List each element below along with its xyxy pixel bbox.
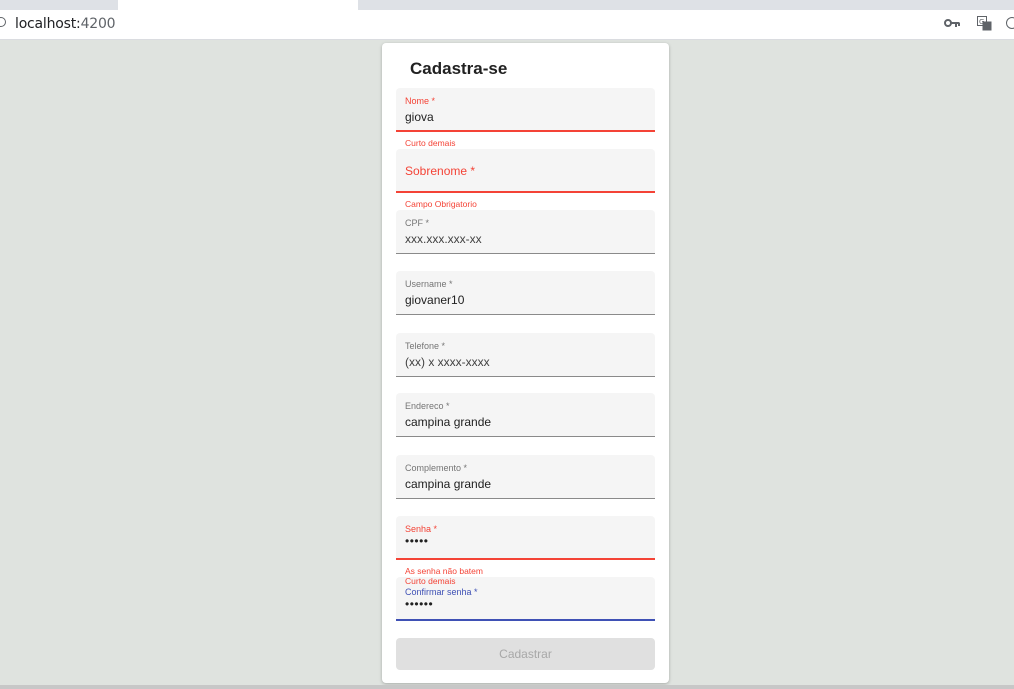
cpf-field[interactable]: CPF * xxx.xxx.xxx-xx [396, 210, 655, 254]
cpf-placeholder: xxx.xxx.xxx-xx [405, 232, 482, 246]
endereco-field[interactable]: Endereco * campina grande [396, 393, 655, 437]
page-title: Cadastra-se [410, 59, 508, 78]
senha-field[interactable]: Senha * ••••• [396, 516, 655, 560]
senha-error: As senha não batem [405, 566, 483, 576]
username-field[interactable]: Username * giovaner10 [396, 271, 655, 315]
key-icon[interactable] [944, 17, 960, 29]
confirmar-senha-value: •••••• [405, 597, 434, 611]
active-tab[interactable] [118, 0, 358, 10]
senha-label: Senha * [405, 524, 438, 534]
sobrenome-label: Sobrenome * [405, 164, 476, 178]
svg-text:G: G [979, 18, 984, 26]
complemento-label: Complemento * [405, 463, 468, 473]
nome-field[interactable]: Nome * giova [396, 88, 655, 132]
telefone-label: Telefone * [405, 341, 446, 351]
url-text[interactable]: localhost:4200 [15, 16, 116, 32]
confirmar-senha-label: Confirmar senha * [405, 587, 478, 597]
cpf-label: CPF * [405, 218, 430, 228]
telefone-field[interactable]: Telefone * (xx) x xxxx-xxxx [396, 333, 655, 377]
complemento-value: campina grande [405, 477, 492, 491]
nome-error: Curto demais [405, 138, 456, 148]
zoom-icon[interactable] [1006, 17, 1014, 29]
tab-strip [0, 0, 1014, 10]
senha-value: ••••• [405, 534, 429, 548]
bottom-scrollbar[interactable] [0, 685, 1014, 689]
confirmar-senha-error: Curto demais [405, 576, 456, 586]
nome-value: giova [405, 110, 434, 124]
endereco-label: Endereco * [405, 401, 450, 411]
telefone-placeholder: (xx) x xxxx-xxxx [405, 355, 490, 369]
endereco-value: campina grande [405, 415, 492, 429]
registration-card: Cadastra-se Nome * giova Curto demais So… [382, 43, 669, 683]
url-port: 4200 [80, 16, 116, 32]
sobrenome-field[interactable]: Sobrenome * [396, 149, 655, 193]
url-host: localhost: [15, 16, 81, 32]
cadastrar-button[interactable]: Cadastrar [396, 638, 655, 670]
nome-label: Nome * [405, 96, 436, 106]
sobrenome-error: Campo Obrigatorio [405, 199, 477, 209]
username-label: Username * [405, 279, 453, 289]
complemento-field[interactable]: Complemento * campina grande [396, 455, 655, 499]
translate-icon[interactable]: G [977, 16, 992, 31]
address-bar[interactable] [0, 10, 1014, 40]
username-value: giovaner10 [405, 293, 465, 307]
